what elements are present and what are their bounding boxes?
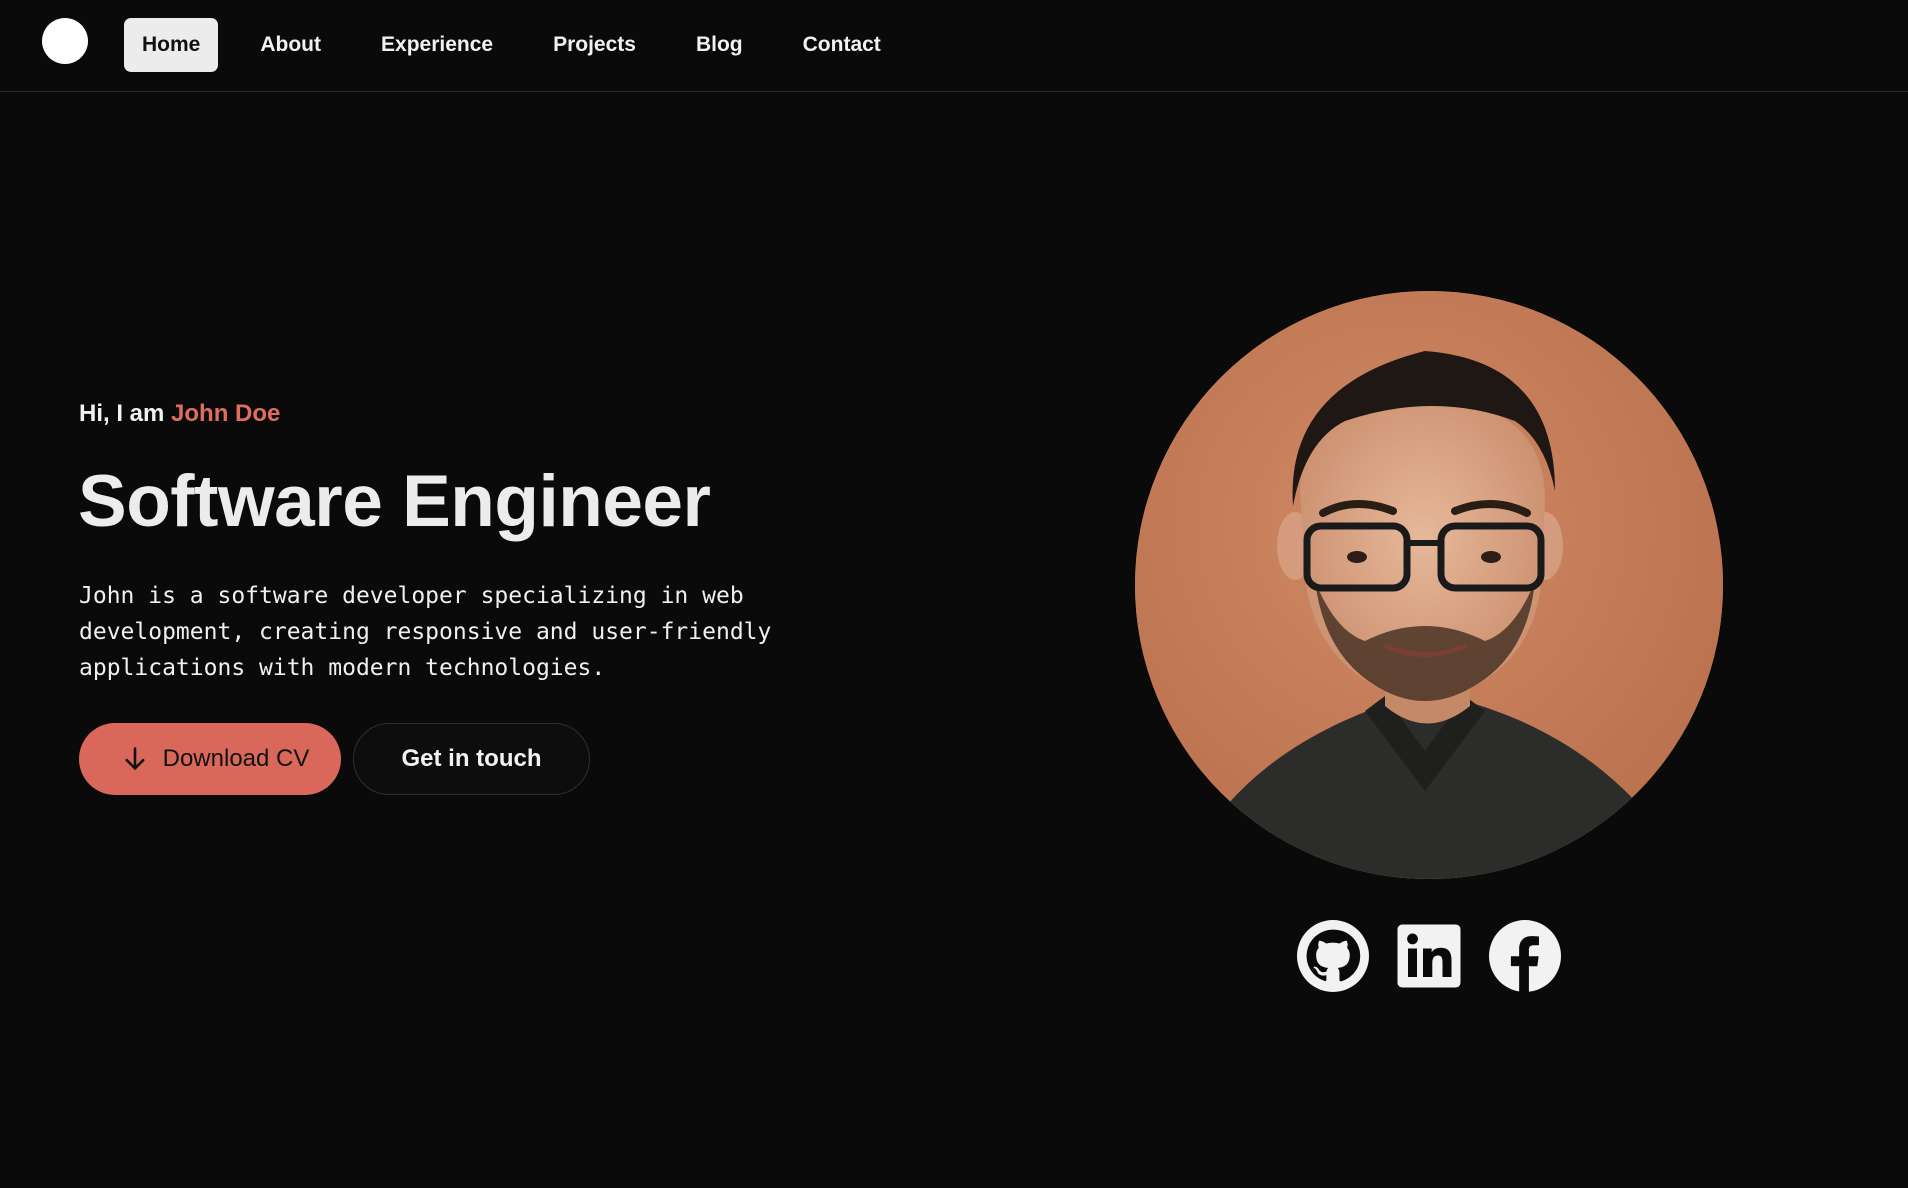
hero-name: John Doe: [171, 400, 281, 427]
navbar: Home About Experience Projects Blog Cont…: [0, 0, 1908, 92]
nav-item-home[interactable]: Home: [124, 18, 219, 72]
nav-item-projects[interactable]: Projects: [535, 18, 654, 72]
page: Home About Experience Projects Blog Cont…: [0, 0, 1908, 1188]
nav-item-contact[interactable]: Contact: [785, 18, 899, 72]
download-cv-label: Download CV: [162, 745, 310, 772]
profile-photo: [1135, 291, 1723, 879]
nav-item-experience[interactable]: Experience: [363, 18, 511, 72]
hero-title: Software Engineer: [78, 461, 711, 542]
download-cv-button[interactable]: Download CV: [79, 723, 341, 795]
get-in-touch-button[interactable]: Get in touch: [353, 723, 590, 795]
greeting-prefix: Hi, I am: [79, 400, 172, 427]
hero-description: John is a software developer specializin…: [79, 583, 772, 681]
linkedin-icon[interactable]: [1393, 920, 1465, 992]
logo[interactable]: [42, 18, 88, 64]
nav-item-blog[interactable]: Blog: [678, 18, 761, 72]
facebook-icon[interactable]: [1489, 920, 1561, 992]
github-icon[interactable]: [1297, 920, 1369, 992]
nav-links: Home About Experience Projects Blog Cont…: [124, 18, 923, 72]
greeting: Hi, I am John Doe: [79, 400, 280, 428]
arrow-down-icon: [121, 745, 149, 773]
social-links: [1297, 920, 1585, 992]
get-in-touch-label: Get in touch: [401, 745, 542, 772]
nav-item-about[interactable]: About: [242, 18, 339, 72]
